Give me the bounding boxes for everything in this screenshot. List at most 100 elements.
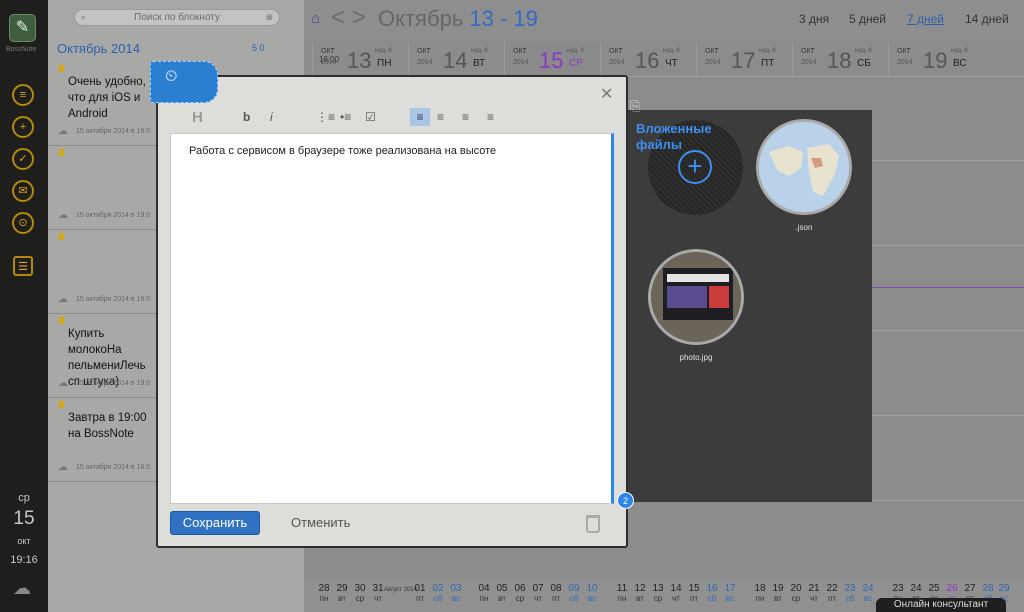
attachments-title: Вложенные файлы xyxy=(636,121,712,152)
day-header[interactable]: ОКТ 2014 13 нед. 8 ПН xyxy=(312,42,408,76)
photo-thumbnail-icon[interactable] xyxy=(648,249,744,345)
strip-day[interactable]: 28 пн xyxy=(316,584,332,604)
italic-button[interactable]: i xyxy=(270,110,273,124)
view-14-days[interactable]: 14 дней xyxy=(965,12,1009,26)
align-right-icon[interactable]: ≡ xyxy=(462,110,469,124)
note-date: 15 октября 2014 в 19:0 xyxy=(76,212,151,219)
note-text-editor[interactable]: Работа с сервисом в браузере тоже реализ… xyxy=(170,133,614,504)
strip-day[interactable]: 23 сб xyxy=(842,584,858,604)
day-nd: нед. 8 xyxy=(567,48,584,54)
strip-day[interactable]: 07 чт xyxy=(530,584,546,604)
sync-cloud-icon[interactable]: ☁ xyxy=(13,578,31,599)
strip-day[interactable]: 03 вс xyxy=(448,584,464,604)
bullet-list-icon[interactable]: •≡ xyxy=(340,110,351,124)
strip-day[interactable]: 12 вт xyxy=(632,584,648,604)
calendar-list-icon[interactable]: ☰ xyxy=(13,256,33,276)
notebook-icon[interactable]: ≡ xyxy=(12,84,34,106)
tasks-check-icon[interactable]: ✓ xyxy=(12,148,34,170)
strip-day[interactable]: 22 пт xyxy=(824,584,840,604)
strip-day[interactable]: 02 сб xyxy=(430,584,446,604)
strip-day[interactable]: 04 пн xyxy=(476,584,492,604)
view-7-days[interactable]: 7 дней xyxy=(907,12,944,26)
day-header[interactable]: ОКТ 2014 14 нед. 8 ВТ xyxy=(408,42,504,76)
view-3-days[interactable]: 3 дня xyxy=(799,12,829,26)
day-header[interactable]: ОКТ 2014 15 нед. 8 СР xyxy=(504,42,600,76)
online-consultant-button[interactable]: Онлайн консультант xyxy=(876,598,1006,612)
strip-day[interactable]: 10 вс xyxy=(584,584,600,604)
day-nd: нед. 8 xyxy=(759,48,776,54)
strip-day[interactable]: 29 вт xyxy=(334,584,350,604)
strip-day[interactable]: 20 ср xyxy=(788,584,804,604)
strip-day-weekday: пн xyxy=(755,594,765,603)
cancel-button[interactable]: Отменить xyxy=(291,515,350,530)
day-header[interactable]: ОКТ 2014 17 нед. 8 ПТ xyxy=(696,42,792,76)
strip-day-number: 16 xyxy=(706,583,718,594)
strip-day-number: 17 xyxy=(724,583,736,594)
day-header[interactable]: ОКТ 2014 18 нед. 8 СБ xyxy=(792,42,888,76)
clear-search-icon[interactable]: ⊗ xyxy=(265,10,273,25)
strip-day-weekday: пт xyxy=(828,594,836,603)
bold-button[interactable]: b xyxy=(243,110,250,124)
strip-day[interactable]: 31 чт xyxy=(370,584,386,604)
strip-day[interactable]: 09 сб xyxy=(566,584,582,604)
strip-day[interactable]: 17 вс xyxy=(722,584,738,604)
close-icon[interactable]: ✕ xyxy=(600,84,613,104)
bossnote-logo-icon[interactable]: ✎ xyxy=(9,14,36,42)
strip-day-number: 05 xyxy=(496,583,508,594)
save-button[interactable]: Сохранить xyxy=(170,511,260,535)
day-wd: СБ xyxy=(857,58,871,69)
checkbox-icon[interactable]: ☑ xyxy=(365,110,376,124)
prev-week-button[interactable]: < xyxy=(331,4,345,32)
home-icon[interactable]: ⌂ xyxy=(311,10,320,27)
strip-day[interactable]: 05 вт xyxy=(494,584,510,604)
day-nd: нед. 8 xyxy=(951,48,968,54)
day-num: 19 xyxy=(923,48,948,73)
day-year: 2014 xyxy=(513,59,529,66)
day-nd: нед. 8 xyxy=(855,48,872,54)
heading-button[interactable]: H xyxy=(192,109,203,126)
strip-day[interactable]: 30 ср xyxy=(352,584,368,604)
align-justify-icon[interactable]: ≡ xyxy=(487,110,494,124)
strip-day-number: 15 xyxy=(688,583,700,594)
day-year: 2014 xyxy=(321,59,337,66)
strip-day[interactable]: 14 чт xyxy=(668,584,684,604)
day-mon: ОКТ xyxy=(705,48,719,55)
strip-day[interactable]: 16 сб xyxy=(704,584,720,604)
day-mon: ОКТ xyxy=(801,48,815,55)
day-header[interactable]: ОКТ 2014 16 нед. 8 ЧТ xyxy=(600,42,696,76)
strip-day[interactable]: 21 чт xyxy=(806,584,822,604)
map-thumbnail-icon[interactable] xyxy=(756,119,852,215)
cloud-icon: ☁ xyxy=(58,210,68,221)
next-week-button[interactable]: > xyxy=(352,4,366,32)
strip-day[interactable]: 01 пт xyxy=(412,584,428,604)
strip-day-number: 03 xyxy=(450,583,462,594)
messages-icon[interactable]: ✉ xyxy=(12,180,34,202)
strip-day[interactable]: 11 пн xyxy=(614,584,630,604)
search-input[interactable]: ⌕ Поиск по блокноту ⊗ xyxy=(74,9,280,26)
strip-day-weekday: сб xyxy=(845,594,855,603)
reminder-ribbon[interactable]: ⏲ xyxy=(150,61,218,103)
logo-text: BossNote xyxy=(6,46,37,53)
strip-day-number: 23 xyxy=(844,583,856,594)
day-header[interactable]: ОКТ 2014 19 нед. 8 ВС xyxy=(888,42,984,76)
day-mon: ОКТ xyxy=(897,48,911,55)
day-year: 2014 xyxy=(897,59,913,66)
location-icon[interactable]: ⊙ xyxy=(12,212,34,234)
strip-day[interactable]: 13 ср xyxy=(650,584,666,604)
trash-icon[interactable] xyxy=(586,515,600,533)
strip-day[interactable]: 08 пт xyxy=(548,584,564,604)
strip-day-number: 31 xyxy=(372,583,384,594)
strip-day[interactable]: 18 пн xyxy=(752,584,768,604)
align-center-icon[interactable]: ≡ xyxy=(437,110,444,124)
add-note-icon[interactable]: + xyxy=(12,116,34,138)
view-5-days[interactable]: 5 дней xyxy=(849,12,886,26)
day-num: 16 xyxy=(635,48,660,73)
strip-day[interactable]: 06 ср xyxy=(512,584,528,604)
strip-day[interactable]: 24 вс xyxy=(860,584,876,604)
strip-day[interactable]: 15 пт xyxy=(686,584,702,604)
numbered-list-icon[interactable]: ⋮≡ xyxy=(316,110,335,124)
align-left-icon[interactable]: ≡ xyxy=(410,108,430,126)
strip-day[interactable]: 19 вт xyxy=(770,584,786,604)
strip-day-number: 02 xyxy=(432,583,444,594)
sidebar-counts: 5 0 xyxy=(252,43,265,53)
